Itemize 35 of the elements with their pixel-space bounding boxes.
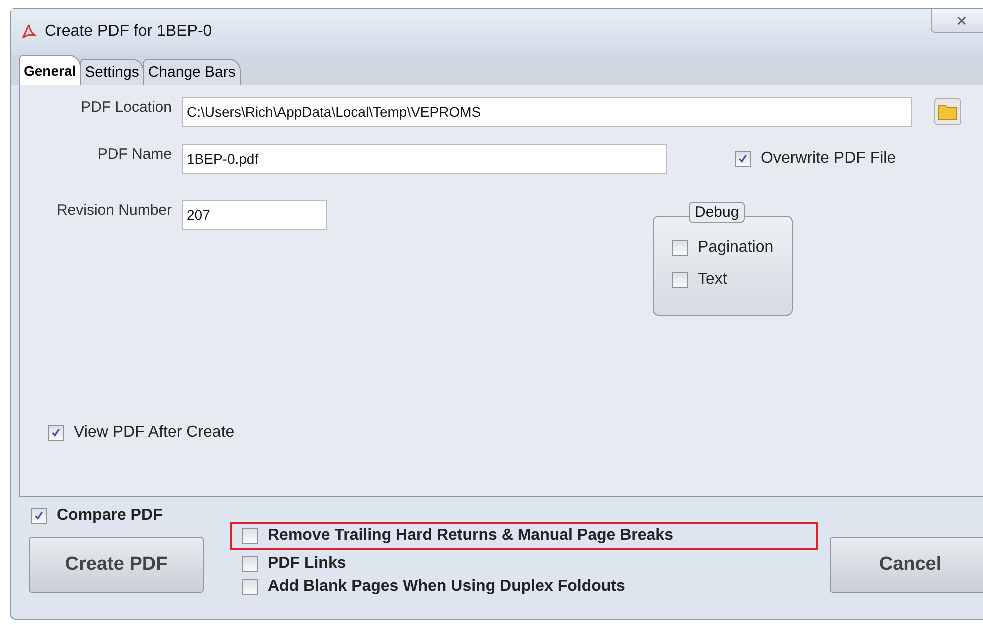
- tab[interactable]: Change Bars: [143, 59, 241, 85]
- checkbox-label[interactable]: PDF Links: [268, 555, 346, 573]
- close-button[interactable]: ✕: [931, 9, 983, 33]
- field-label: PDF Name: [96, 145, 173, 163]
- tab[interactable]: Settings: [80, 59, 144, 85]
- checkmark-icon: [50, 427, 62, 439]
- field-label: Revision Number: [56, 201, 173, 219]
- group-title: Debug: [689, 202, 746, 223]
- checkbox-label[interactable]: Pagination: [698, 239, 774, 257]
- checkbox-label[interactable]: View PDF After Create: [74, 424, 235, 442]
- checkbox[interactable]: [48, 425, 64, 441]
- checkbox-label[interactable]: Overwrite PDF File: [761, 150, 896, 168]
- checkbox[interactable]: [735, 151, 751, 167]
- pdf-icon: [21, 24, 37, 40]
- folder-icon[interactable]: [934, 98, 962, 126]
- tab[interactable]: General: [19, 55, 82, 85]
- checkbox-label[interactable]: Add Blank Pages When Using Duplex Foldouts: [268, 578, 626, 596]
- checkbox[interactable]: [31, 508, 47, 524]
- checkmark-icon: [33, 510, 45, 522]
- input-field[interactable]: 207: [182, 200, 327, 230]
- input-field[interactable]: C:\Users\Rich\AppData\Local\Temp\VEPROMS: [182, 97, 912, 127]
- checkbox[interactable]: [672, 240, 688, 256]
- checkbox-label[interactable]: Text: [698, 271, 728, 289]
- checkbox[interactable]: [242, 556, 258, 572]
- field-label: PDF Location: [80, 98, 173, 116]
- create-pdf-button[interactable]: Create PDF: [29, 537, 204, 593]
- checkbox[interactable]: [242, 528, 258, 544]
- checkmark-icon: [737, 153, 749, 165]
- cancel-button[interactable]: Cancel: [830, 537, 983, 593]
- window-title: Create PDF for 1BEP-0: [45, 23, 212, 41]
- checkbox[interactable]: [672, 272, 688, 288]
- checkbox[interactable]: [242, 579, 258, 595]
- checkbox-label[interactable]: Compare PDF: [57, 507, 163, 525]
- input-field[interactable]: 1BEP-0.pdf: [182, 144, 667, 174]
- checkbox-label[interactable]: Remove Trailing Hard Returns & Manual Page Breaks: [268, 527, 674, 545]
